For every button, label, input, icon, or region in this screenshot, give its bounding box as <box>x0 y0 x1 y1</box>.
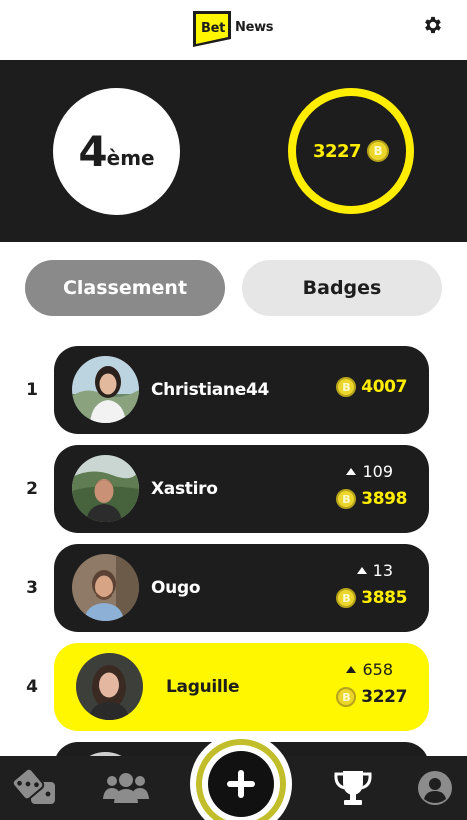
player-card[interactable]: Xastiro 109 B 3898 <box>54 445 429 533</box>
player-points: B 3227 <box>336 687 407 707</box>
row-rank: 2 <box>26 479 38 499</box>
leaderboard-row: 3 Ougo 13 B 3885 <box>0 544 467 632</box>
coin-balance-ring: 3227 B <box>288 88 414 214</box>
rank-number: 4 <box>78 127 107 176</box>
player-points: B 3885 <box>336 588 407 608</box>
points-value: 3885 <box>361 588 407 608</box>
rank-badge: 4 ème <box>53 88 180 215</box>
logo-bet-text: Bet <box>201 21 226 36</box>
arrow-up-icon <box>346 468 357 475</box>
coin-icon: B <box>367 140 390 162</box>
leaderboard-row-current-user: 4 Laguille 658 B 3227 <box>0 643 467 731</box>
leaderboard-row: 2 Xastiro 109 B 3898 <box>0 445 467 533</box>
player-username: Christiane44 <box>151 380 270 400</box>
player-points: B 3898 <box>336 489 407 509</box>
row-rank: 4 <box>26 677 38 697</box>
player-username: Ougo <box>151 578 201 598</box>
fab-ring <box>196 739 286 820</box>
logo-mark: Bet <box>190 8 234 47</box>
tab-classement[interactable]: Classement <box>25 260 225 316</box>
rank-change: 109 <box>346 462 393 481</box>
arrow-up-icon <box>356 567 367 574</box>
tab-badges[interactable]: Badges <box>242 260 442 316</box>
users-icon <box>103 773 149 803</box>
coin-balance: 3227 <box>312 140 362 162</box>
points-value: 3227 <box>361 687 407 707</box>
nav-leaderboard[interactable] <box>328 756 378 820</box>
nav-friends[interactable] <box>100 756 152 820</box>
rank-suffix: ème <box>106 145 155 170</box>
betnews-logo: Bet News <box>190 6 274 48</box>
user-summary: 4 ème 3227 B <box>0 60 467 242</box>
coin-icon: B <box>336 588 357 608</box>
rank-change-value: 13 <box>372 561 393 580</box>
rank-change-value: 109 <box>362 462 393 481</box>
player-username: Laguille <box>166 677 240 697</box>
row-rank: 1 <box>26 380 38 400</box>
gear-icon <box>425 16 441 34</box>
coin-icon: B <box>336 687 357 707</box>
arrow-up-icon <box>346 666 357 673</box>
player-card[interactable]: Ougo 13 B 3885 <box>54 544 429 632</box>
avatar <box>76 653 143 720</box>
profile-icon <box>418 771 452 805</box>
row-rank: 3 <box>26 578 38 598</box>
fab-core <box>208 751 274 817</box>
logo-news-text: News <box>235 19 274 35</box>
points-value: 4007 <box>361 377 407 397</box>
rank-change: 658 <box>346 660 393 679</box>
avatar <box>72 554 139 621</box>
trophy-icon <box>334 771 372 805</box>
leaderboard-row: 1 Christiane44 B 4007 <box>0 346 467 434</box>
coin-icon: B <box>336 377 357 397</box>
player-username: Xastiro <box>151 479 218 499</box>
settings-button[interactable] <box>420 12 446 38</box>
plus-icon <box>227 770 255 798</box>
rank-change: 13 <box>356 561 393 580</box>
player-card-current-user[interactable]: Laguille 658 B 3227 <box>54 643 429 731</box>
avatar <box>72 455 139 522</box>
nav-profile[interactable] <box>412 756 458 820</box>
player-points: B 4007 <box>336 377 407 397</box>
points-value: 3898 <box>361 489 407 509</box>
coin-icon: B <box>336 489 357 509</box>
nav-games[interactable] <box>8 756 64 820</box>
player-card[interactable]: Christiane44 B 4007 <box>54 346 429 434</box>
rank-change-value: 658 <box>362 660 393 679</box>
avatar <box>72 356 139 423</box>
app-header: Bet News <box>0 0 467 60</box>
dice-icon <box>13 768 55 804</box>
